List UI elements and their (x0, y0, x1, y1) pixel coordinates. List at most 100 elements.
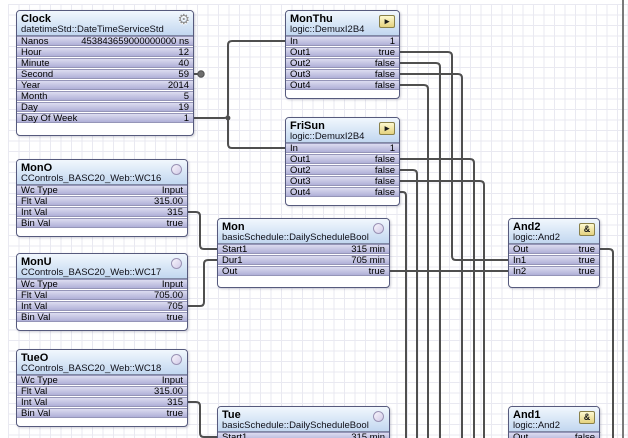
slot-row[interactable]: Bin Valtrue (17, 408, 187, 418)
slot-row[interactable]: Out2false (286, 58, 399, 68)
block-frisun[interactable]: FriSun logic::DemuxI2B4 ▸ In1Out1falseOu… (285, 117, 400, 206)
slot-row[interactable]: Day Of Week1 (17, 113, 193, 123)
wire-monthu-out4-down[interactable] (400, 85, 428, 438)
slot-row[interactable]: Flt Val315.00 (17, 196, 187, 206)
block-header[interactable]: And2 logic::And2 & (509, 219, 599, 244)
slot-value: false (375, 155, 395, 164)
block-rows: Start1315 minDur1705 minOuttrue (218, 244, 389, 276)
slot-row[interactable]: In1 (286, 36, 399, 46)
slot-row[interactable]: Out1true (286, 47, 399, 57)
slot-row[interactable]: In1 (286, 143, 399, 153)
block-header[interactable]: TueO CControls_BASC20_Web::WC18 (17, 350, 187, 375)
slot-value: false (375, 59, 395, 68)
wire-frisun-out3-down[interactable] (400, 181, 484, 438)
slot-value: Input (162, 376, 183, 385)
block-and1[interactable]: And1 logic::And2 & Outfalse (508, 406, 600, 438)
slot-value: 705 (167, 302, 183, 311)
slot-row[interactable]: Day19 (17, 102, 193, 112)
slot-label: Bin Val (21, 409, 50, 418)
slot-row[interactable]: Flt Val705.00 (17, 290, 187, 300)
block-and2[interactable]: And2 logic::And2 & OuttrueIn1trueIn2true (508, 218, 600, 288)
block-tue[interactable]: Tue basicSchedule::DailyScheduleBool Sta… (217, 406, 390, 438)
block-clock[interactable]: Clock datetimeStd::DateTimeServiceStd ⚙ … (16, 10, 194, 136)
slot-row[interactable]: Int Val315 (17, 207, 187, 217)
slot-label: Wc Type (21, 376, 58, 385)
slot-row[interactable]: Out1 false (286, 154, 399, 164)
slot-row[interactable]: Out4false (286, 187, 399, 197)
wire-clock-dayofweek-to-monthu-in[interactable] (194, 41, 285, 118)
slot-row[interactable]: Hour12 (17, 47, 193, 57)
slot-label: In (290, 37, 298, 46)
block-header[interactable]: FriSun logic::DemuxI2B4 ▸ (286, 118, 399, 143)
block-mon[interactable]: Mon basicSchedule::DailyScheduleBool Sta… (217, 218, 390, 288)
block-header[interactable]: Mon basicSchedule::DailyScheduleBool (218, 219, 389, 244)
wire-frisun-out2-down[interactable] (400, 170, 417, 438)
slot-row[interactable]: In1true (509, 255, 599, 265)
slot-row[interactable]: Wc TypeInput (17, 279, 187, 289)
slot-value: true (579, 245, 595, 254)
slot-row[interactable]: Out4false (286, 80, 399, 90)
slot-row[interactable]: Int Val 315 (17, 397, 187, 407)
block-header[interactable]: MonU CControls_BASC20_Web::WC17 (17, 254, 187, 279)
slot-value: false (375, 166, 395, 175)
slot-row[interactable]: Wc TypeInput (17, 185, 187, 195)
slot-value: true (579, 256, 595, 265)
wire-monu-intval-to-mon-dur1[interactable] (188, 260, 217, 306)
slot-row[interactable]: Second59 (17, 69, 193, 79)
block-monu[interactable]: MonU CControls_BASC20_Web::WC17 Wc TypeI… (16, 253, 188, 331)
slot-row[interactable]: Bin Val true (17, 312, 187, 322)
slot-label: Bin Val (21, 313, 50, 322)
block-header[interactable]: MonO CControls_BASC20_Web::WC16 (17, 160, 187, 185)
slot-label: Out1 (290, 155, 311, 164)
block-rows: Wc TypeInputFlt Val315.00Int Val315Bin V… (17, 185, 187, 228)
block-header[interactable]: MonThu logic::DemuxI2B4 ▸ (286, 11, 399, 36)
slot-row[interactable]: Outtrue (509, 244, 599, 254)
slot-row[interactable]: Out3false (286, 69, 399, 79)
slot-label: Int Val (21, 398, 47, 407)
slot-row[interactable]: Nanos453843659000000000 ns (17, 36, 193, 46)
slot-row[interactable]: Year2014 (17, 80, 193, 90)
block-header[interactable]: And1 logic::And2 & (509, 407, 599, 432)
wire-clock-dayofweek-to-frisun-in[interactable] (228, 118, 285, 148)
slot-row[interactable]: Month5 (17, 91, 193, 101)
wire-tueo-intval-to-tue-start1[interactable] (188, 402, 217, 437)
slot-value: 315.00 (154, 387, 183, 396)
slot-row[interactable]: Int Val705 (17, 301, 187, 311)
slot-row[interactable]: Outtrue (218, 266, 389, 276)
block-header[interactable]: Tue basicSchedule::DailyScheduleBool (218, 407, 389, 432)
slot-label: Start1 (222, 433, 247, 438)
slot-value: 315 (167, 398, 183, 407)
component-circle-icon (373, 411, 384, 422)
slot-row[interactable]: Minute40 (17, 58, 193, 68)
slot-row[interactable]: Start1315 min (218, 432, 389, 438)
slot-row[interactable]: Out3false (286, 176, 399, 186)
wire-mono-intval-to-mon-start1[interactable] (188, 212, 217, 249)
block-subtitle: CControls_BASC20_Web::WC16 (21, 174, 183, 184)
slot-label: Out4 (290, 188, 311, 197)
block-monthu[interactable]: MonThu logic::DemuxI2B4 ▸ In1Out1trueOut… (285, 10, 400, 99)
block-tueo[interactable]: TueO CControls_BASC20_Web::WC18 Wc TypeI… (16, 349, 188, 427)
slot-row[interactable]: Outfalse (509, 432, 599, 438)
slot-label: Out (513, 433, 528, 438)
slot-value: true (369, 267, 385, 276)
slot-row[interactable]: Wc Type Input (17, 375, 187, 385)
slot-value: false (375, 70, 395, 79)
block-mono[interactable]: MonO CControls_BASC20_Web::WC16 Wc TypeI… (16, 159, 188, 237)
wire-junction (226, 116, 231, 121)
slot-row[interactable]: Flt Val315.00 (17, 386, 187, 396)
slot-label: Flt Val (21, 291, 47, 300)
slot-row[interactable]: Dur1705 min (218, 255, 389, 265)
block-header[interactable]: Clock datetimeStd::DateTimeServiceStd ⚙ (17, 11, 193, 36)
wire-and2-out-down[interactable] (600, 249, 613, 438)
slot-value: false (375, 177, 395, 186)
wire-frisun-out4-down[interactable] (400, 192, 406, 438)
slot-row[interactable]: Start1315 min (218, 244, 389, 254)
slot-row[interactable]: In2true (509, 266, 599, 276)
slot-value: true (167, 313, 183, 322)
slot-label: Month (21, 92, 47, 101)
slot-row[interactable]: Out2false (286, 165, 399, 175)
clock-second-port-knob[interactable] (198, 71, 204, 77)
block-subtitle: datetimeStd::DateTimeServiceStd (21, 25, 189, 35)
slot-row[interactable]: Bin Valtrue (17, 218, 187, 228)
block-rows: Wc TypeInputFlt Val315.00Int Val315Bin V… (17, 375, 187, 418)
